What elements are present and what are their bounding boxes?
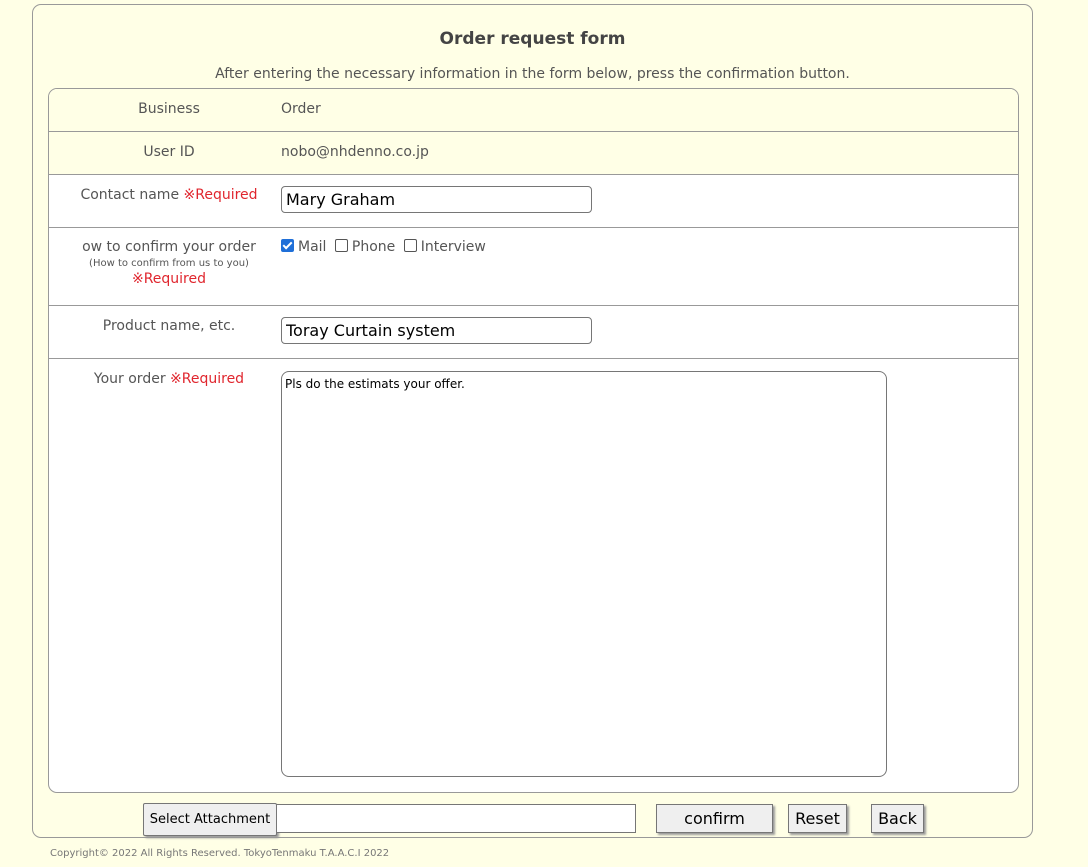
back-button[interactable]: Back: [871, 804, 924, 833]
confirm-method-label-text: ow to confirm your order: [82, 239, 256, 255]
contact-name-required: ※Required: [183, 187, 258, 203]
contact-name-label-text: Contact name: [80, 187, 180, 203]
select-attachment-button[interactable]: Select Attachment: [143, 803, 277, 836]
page-subtitle: After entering the necessary information…: [215, 66, 850, 82]
your-order-textarea[interactable]: Pls do the estimats your offer.: [281, 371, 887, 777]
option-interview-label: Interview: [420, 239, 486, 255]
confirm-button[interactable]: confirm: [656, 804, 773, 833]
user-id-value: nobo@nhdenno.co.jp: [281, 144, 429, 160]
confirm-method-note: (How to confirm from us to you): [89, 258, 249, 269]
business-label: Business: [138, 101, 200, 117]
option-interview[interactable]: Interview: [403, 239, 486, 255]
attachment-filename-field[interactable]: [276, 804, 636, 833]
option-mail-label: Mail: [298, 239, 327, 255]
interview-checkbox[interactable]: [403, 239, 417, 252]
product-name-input[interactable]: [281, 317, 592, 344]
order-form-table: Business Order User ID nobo@nhdenno.co.j…: [48, 88, 1019, 793]
user-id-label: User ID: [143, 144, 195, 160]
confirm-method-row: ow to confirm your order (How to confirm…: [49, 228, 1018, 306]
business-value: Order: [281, 101, 321, 117]
option-mail[interactable]: Mail: [281, 239, 326, 255]
confirm-method-options: Mail Phone Interview: [281, 239, 490, 255]
copyright: Copyright© 2022 All Rights Reserved. Tok…: [50, 848, 390, 859]
your-order-label-text: Your order: [93, 371, 166, 387]
option-phone[interactable]: Phone: [334, 239, 396, 255]
your-order-row: Your order ※Required Pls do the estimats…: [49, 359, 1018, 792]
your-order-label: Your order ※Required: [49, 371, 289, 387]
your-order-required: ※Required: [170, 371, 245, 387]
page-title: Order request form: [439, 29, 626, 49]
product-name-row: Product name, etc.: [49, 306, 1018, 359]
confirm-method-label: ow to confirm your order (How to confirm…: [49, 239, 289, 287]
mail-checkbox[interactable]: [281, 239, 294, 252]
reset-button[interactable]: Reset: [788, 804, 847, 833]
contact-name-label: Contact name ※Required: [49, 187, 289, 203]
business-row: Business Order: [49, 89, 1018, 132]
contact-name-row: Contact name ※Required: [49, 175, 1018, 228]
phone-checkbox[interactable]: [334, 239, 348, 252]
user-id-row: User ID nobo@nhdenno.co.jp: [49, 132, 1018, 175]
confirm-method-required: ※Required: [131, 271, 207, 287]
contact-name-input[interactable]: [281, 186, 592, 213]
product-name-label: Product name, etc.: [102, 318, 236, 334]
option-phone-label: Phone: [351, 239, 396, 255]
